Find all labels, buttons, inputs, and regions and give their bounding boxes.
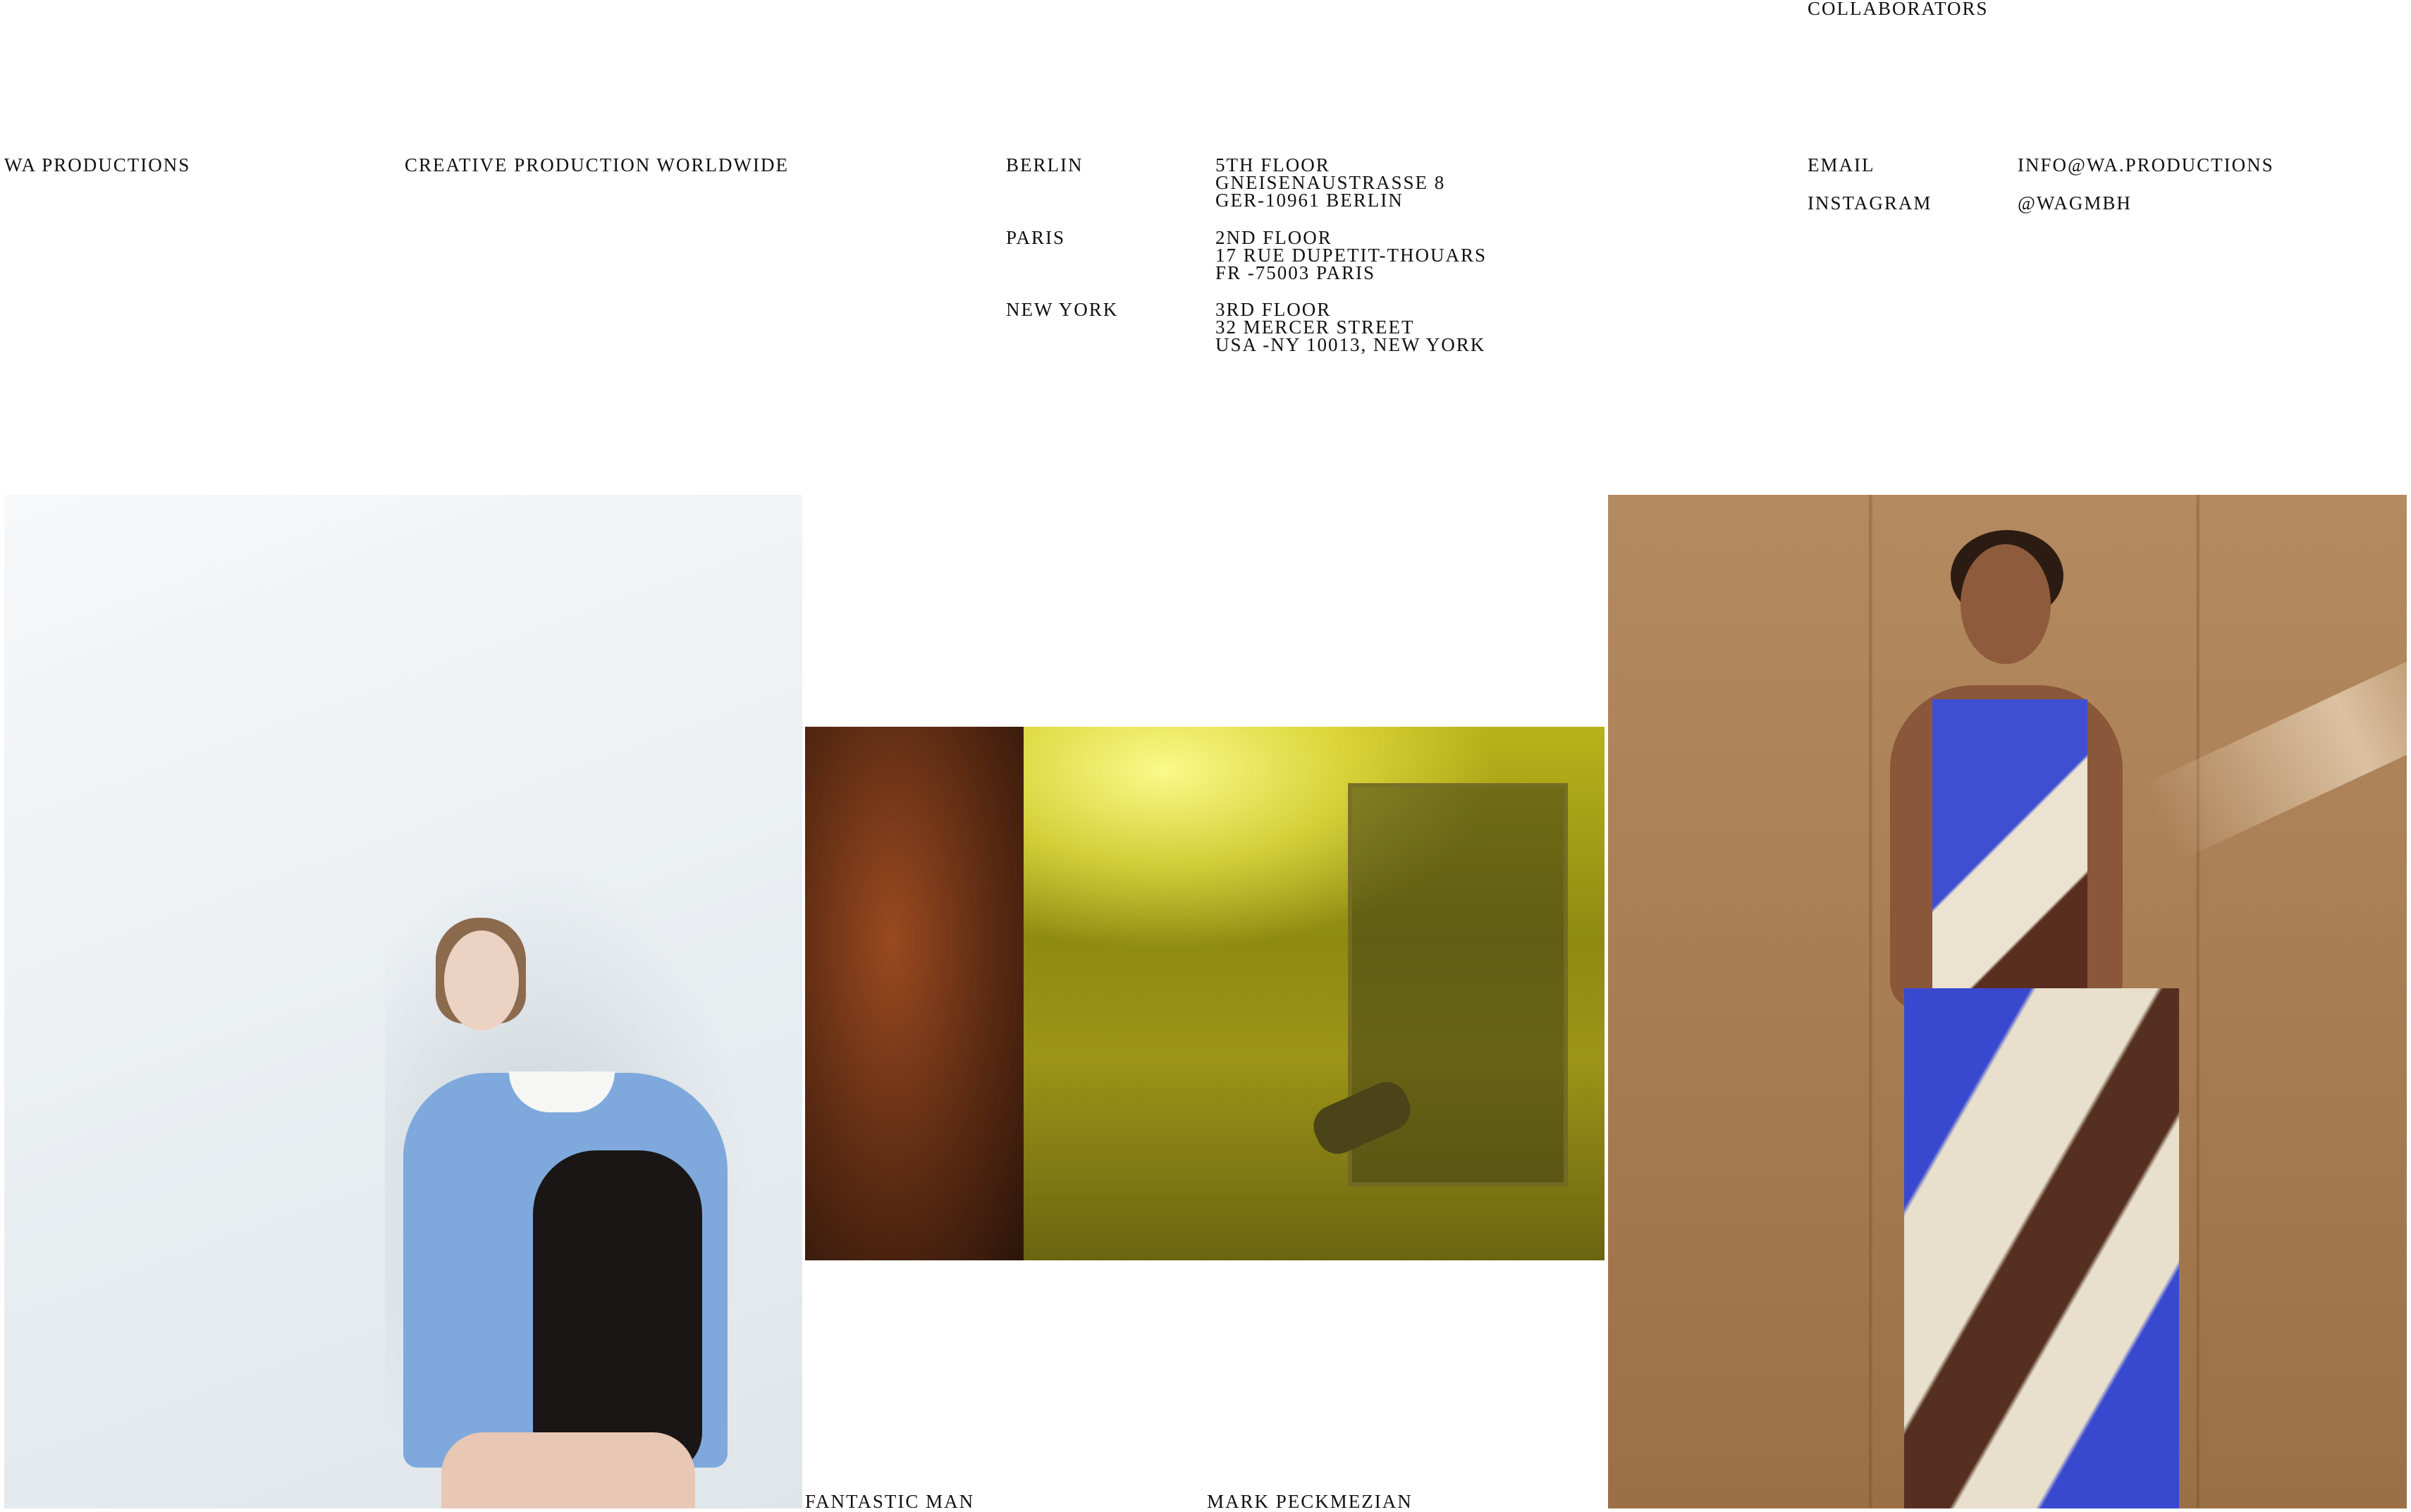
office-address-paris: 2ND FLOOR 17 RUE DUPETIT-THOUARS FR -750…: [1215, 228, 1487, 283]
brand-logo-link[interactable]: WA PRODUCTIONS: [4, 156, 190, 175]
photo-figure-top: [1932, 699, 2087, 1009]
office-city-berlin: BERLIN: [1006, 154, 1084, 176]
photo-figure-leg: [441, 1432, 695, 1508]
project-image-model-wood-panel[interactable]: [1608, 495, 2407, 1508]
address-line: GER-10961 BERLIN: [1215, 190, 1404, 211]
project-image-woman-with-cat[interactable]: [4, 495, 802, 1508]
office-city-new-york: NEW YORK: [1006, 299, 1119, 320]
office-city-paris: PARIS: [1006, 227, 1066, 248]
collaborators-link[interactable]: COLLABORATORS: [1808, 0, 1989, 18]
project-caption-mark-peckmezian[interactable]: MARK PECKMEZIAN: [1207, 1492, 1413, 1511]
photo-fur-coat: [805, 727, 1024, 1260]
photo-figure-face: [1961, 544, 2051, 664]
project-image-fantastic-man[interactable]: [805, 727, 1605, 1260]
photo-cat: [533, 1150, 702, 1475]
project-caption-fantastic-man[interactable]: FANTASTIC MAN: [805, 1492, 974, 1511]
email-label: EMAIL: [1808, 154, 1875, 176]
address-line: FR -75003 PARIS: [1215, 262, 1376, 283]
address-line: USA -NY 10013, NEW YORK: [1215, 334, 1486, 355]
instagram-label: INSTAGRAM: [1808, 192, 1932, 214]
office-address-berlin: 5TH FLOOR GNEISENAUSTRASSE 8 GER-10961 B…: [1215, 156, 1445, 211]
tagline: CREATIVE PRODUCTION WORLDWIDE: [405, 154, 789, 176]
photo-figure-head: [444, 930, 519, 1031]
instagram-link[interactable]: @WAGMBH: [2018, 194, 2132, 213]
email-link[interactable]: INFO@WA.PRODUCTIONS: [2018, 156, 2274, 175]
photo-light-beam: [2142, 635, 2407, 862]
office-address-new-york: 3RD FLOOR 32 MERCER STREET USA -NY 10013…: [1215, 300, 1486, 355]
photo-figure-pants: [1904, 988, 2179, 1508]
